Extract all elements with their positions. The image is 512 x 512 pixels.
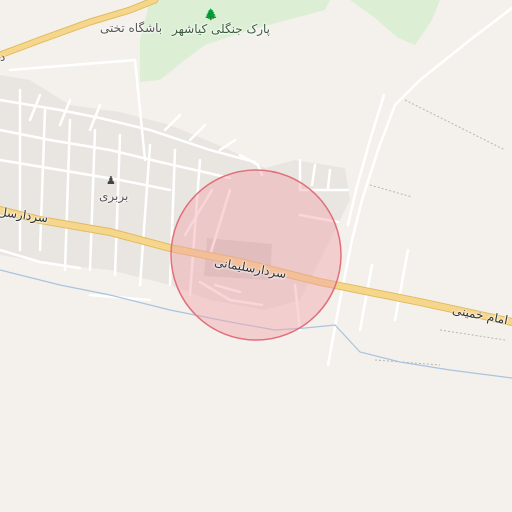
- dotted-tracks: [369, 99, 506, 366]
- map-layers: [0, 0, 512, 379]
- settlement-icon: ♟: [106, 174, 116, 187]
- village-label[interactable]: بربری: [99, 189, 128, 203]
- park-area: [140, 0, 330, 82]
- highlight-radius-circle[interactable]: [170, 169, 342, 341]
- tree-icon: 🌲: [204, 8, 218, 21]
- club-label[interactable]: باشگاه تختی: [100, 21, 162, 35]
- edge-road-label: د: [0, 50, 6, 64]
- park-label[interactable]: پارک جنگلی کیاشهر: [172, 22, 270, 36]
- map-view[interactable]: 🌲 پارک جنگلی کیاشهر باشگاه تختی ♟ بربری …: [0, 0, 512, 512]
- park-area-east: [350, 0, 440, 45]
